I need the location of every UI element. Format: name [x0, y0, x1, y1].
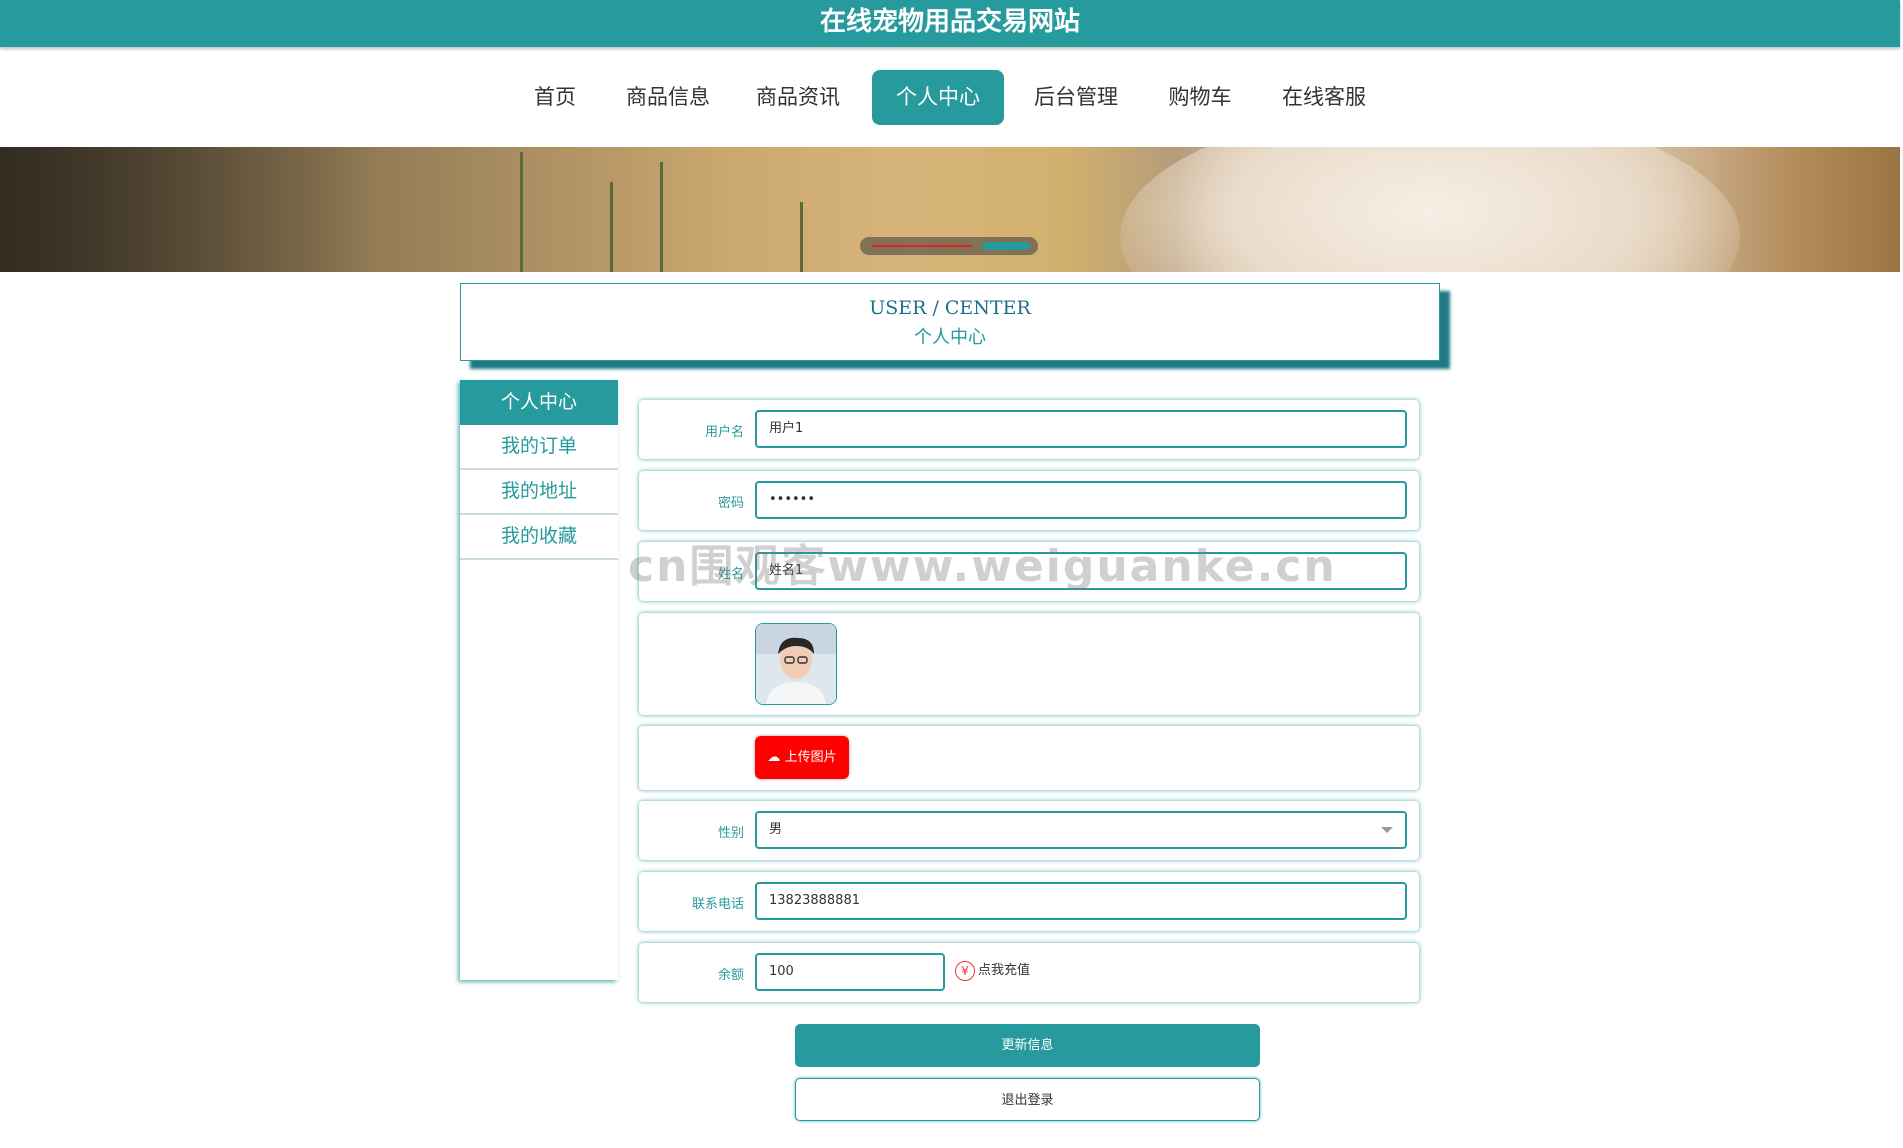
carousel-dot[interactable]: [872, 245, 972, 247]
logout-button[interactable]: 退出登录: [795, 1078, 1260, 1121]
upload-image-button[interactable]: ☁ 上传图片: [755, 736, 849, 779]
recharge-label: 点我充值: [978, 963, 1031, 978]
name-label: 姓名: [717, 567, 744, 582]
balance-label: 余额: [717, 968, 744, 983]
nav-item-user-center[interactable]: 个人中心: [872, 70, 1004, 125]
upload-button-label: 上传图片: [784, 750, 837, 765]
carousel-dot-active[interactable]: [982, 242, 1030, 250]
sidebar: 个人中心 我的订单 我的地址 我的收藏: [460, 380, 618, 980]
phone-input[interactable]: 13823888881: [755, 882, 1407, 920]
gender-label: 性别: [717, 826, 744, 841]
avatar: [755, 623, 837, 705]
gender-value: 男: [769, 822, 783, 837]
name-input[interactable]: 姓名1: [755, 552, 1407, 590]
password-row: 密码 ••••••: [639, 471, 1419, 530]
gender-row: 性别 男: [639, 801, 1419, 860]
balance-input[interactable]: 100: [755, 953, 945, 991]
sidebar-item-user-center[interactable]: 个人中心: [460, 380, 618, 425]
name-row: 姓名 姓名1: [639, 542, 1419, 601]
nav-item-cart[interactable]: 购物车: [1158, 70, 1242, 125]
yen-icon: ¥: [955, 960, 975, 981]
sidebar-item-orders[interactable]: 我的订单: [460, 425, 618, 470]
nav-item-admin[interactable]: 后台管理: [1026, 70, 1126, 125]
gender-select[interactable]: 男: [755, 811, 1407, 849]
user-center-header: USER / CENTER 个人中心: [460, 283, 1440, 361]
avatar-row: [639, 613, 1419, 715]
sidebar-item-favorites[interactable]: 我的收藏: [460, 515, 618, 560]
upload-row: ☁ 上传图片: [639, 726, 1419, 790]
nav-item-service[interactable]: 在线客服: [1274, 70, 1374, 125]
username-input[interactable]: 用户1: [755, 410, 1407, 448]
nav-item-home[interactable]: 首页: [525, 70, 585, 125]
username-label: 用户名: [704, 425, 744, 440]
password-input[interactable]: ••••••: [755, 481, 1407, 519]
main-nav: 首页 商品信息 商品资讯 个人中心 后台管理 购物车 在线客服: [0, 70, 1903, 125]
cloud-upload-icon: ☁: [767, 750, 781, 765]
nav-item-news[interactable]: 商品资讯: [748, 70, 848, 125]
user-center-title-cn: 个人中心: [914, 327, 986, 348]
banner-image: [0, 147, 1900, 272]
phone-label: 联系电话: [691, 897, 744, 912]
password-label: 密码: [717, 496, 744, 511]
recharge-link[interactable]: ¥ 点我充值: [955, 959, 1030, 981]
user-center-title-en: USER / CENTER: [869, 297, 1031, 319]
nav-item-products[interactable]: 商品信息: [618, 70, 718, 125]
sidebar-item-address[interactable]: 我的地址: [460, 470, 618, 515]
balance-row: 余额 100 ¥ 点我充值: [639, 943, 1419, 1002]
chevron-down-icon: [1381, 827, 1393, 833]
username-row: 用户名 用户1: [639, 400, 1419, 459]
carousel-indicator[interactable]: [860, 237, 1038, 255]
phone-row: 联系电话 13823888881: [639, 872, 1419, 931]
site-title: 在线宠物用品交易网站: [0, 0, 1900, 47]
update-info-button[interactable]: 更新信息: [795, 1024, 1260, 1067]
